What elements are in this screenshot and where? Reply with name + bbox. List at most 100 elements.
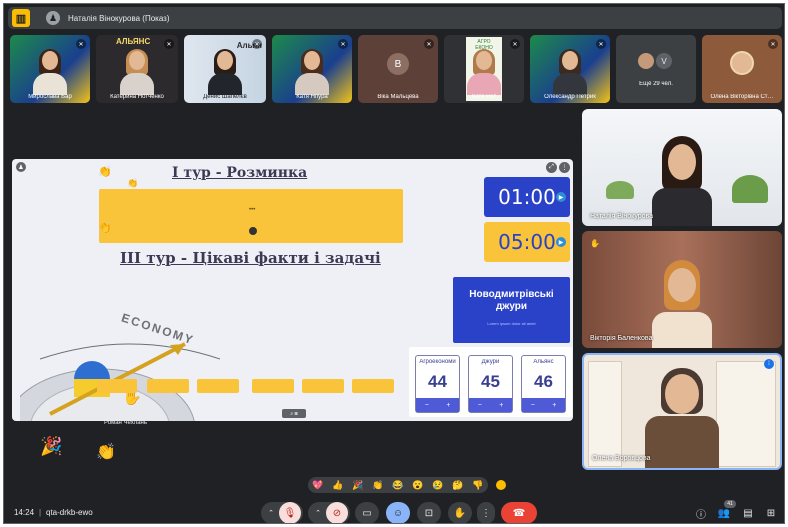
participant-name: Катерина Нотченко <box>110 94 164 100</box>
skin-tone-icon[interactable] <box>496 480 506 490</box>
present-screen-icon: ⊡ <box>424 507 434 519</box>
answer-button[interactable] <box>197 379 239 393</box>
round3-heading: ІІІ тур - Цікаві факти і задачі <box>120 249 381 267</box>
raise-hand-button[interactable]: ✋ <box>448 502 472 523</box>
question-box[interactable]: ••• <box>99 189 403 243</box>
clock: 14:24 <box>14 508 35 517</box>
team-score: 45 <box>481 372 500 391</box>
more-participants-label: Ещё 29 чел. <box>639 81 673 87</box>
reaction-heart[interactable]: 💖 <box>312 480 323 491</box>
mic-options-chevron-icon[interactable]: ⌃ <box>263 509 279 517</box>
people-icon[interactable]: 👥 <box>717 506 731 520</box>
participant-video <box>295 49 329 95</box>
activities-icon[interactable]: ⊞ <box>764 506 778 520</box>
timer-play-icon[interactable]: ▶ <box>556 192 566 202</box>
participant-strip: ✕ Мирослава Бар АЛЬЯНС ✕ Катерина Нотчен… <box>10 35 782 103</box>
mic-off-button[interactable]: 🎙 <box>279 502 301 523</box>
reaction-surprised[interactable]: 😮 <box>412 480 423 491</box>
reaction-sad[interactable]: 😢 <box>432 480 443 491</box>
more-options-icon[interactable]: ⋮ <box>559 162 570 173</box>
reaction-laugh[interactable]: 😂 <box>392 480 403 491</box>
mic-off-icon: ✕ <box>424 39 434 49</box>
presentation-title: Наталія Вінокурова (Показ) <box>68 13 170 23</box>
emoji-button[interactable]: ☺ <box>386 502 410 523</box>
participant-tile[interactable]: ✕ Катя Нпура <box>272 35 352 103</box>
answer-button[interactable] <box>147 379 189 393</box>
meet-window: ▥ ♟ Наталія Вінокурова (Показ) ✕ Миросла… <box>3 3 785 524</box>
participant-name: Денис Шапелєв <box>203 94 247 100</box>
meeting-details-icon[interactable]: ⓘ <box>694 506 708 521</box>
reactions-bar: 💖 👍 🎉 👏 😂 😮 😢 🤔 👎 <box>308 477 488 493</box>
timer-one-minute[interactable]: 01:00 ▶ <box>484 177 570 217</box>
participant-tile[interactable]: Альян ✕ Денис Шапелєв <box>184 35 266 103</box>
more-options-button[interactable]: ⋮ <box>477 502 495 523</box>
participant-name: Олена Вікторівна Ст… <box>710 94 774 100</box>
reaction-thumbs-down[interactable]: 👎 <box>472 480 483 491</box>
meeting-code: qta-drkb-ewo <box>46 508 93 517</box>
answer-button[interactable] <box>352 379 394 393</box>
mic-off-icon: ✕ <box>596 39 606 49</box>
answer-button[interactable] <box>252 379 294 393</box>
timer-play-icon[interactable]: ▶ <box>556 237 566 247</box>
participant-video-tile[interactable]: ✋ Вікторія Баленкова <box>582 231 782 348</box>
reaction-party[interactable]: 🎉 <box>352 480 363 491</box>
camera-off-button[interactable]: ⊘ <box>326 502 348 523</box>
participant-video <box>652 136 712 226</box>
participant-tile[interactable]: ✕ Мирослава Бар <box>10 35 90 103</box>
reaction-emoji: 🎉 <box>40 436 63 456</box>
team-name: Агроекономи <box>419 359 456 365</box>
participant-tile[interactable]: В ✕ Віка Мальцева <box>358 35 438 103</box>
plus-button[interactable]: + <box>552 402 556 409</box>
chat-icon[interactable]: ▤ <box>741 506 755 520</box>
participant-tile[interactable]: АГРО ЕКОНО ✕ Катя Нєт <box>444 35 524 103</box>
team-score: 46 <box>534 372 553 391</box>
slide-cursor-icon <box>249 227 257 235</box>
reaction-thinking[interactable]: 🤔 <box>452 480 463 491</box>
participant-name: Олександр Петрик <box>544 94 596 100</box>
participant-tile[interactable]: ✕ Олена Вікторівна Ст… <box>702 35 782 103</box>
mic-off-icon: ✕ <box>510 39 520 49</box>
fullscreen-icon[interactable]: ⤢ <box>546 162 557 173</box>
presenter-icon: ♟ <box>46 11 60 25</box>
team-score: 44 <box>428 372 447 391</box>
clap-icon: 👏 <box>127 178 139 188</box>
clap-reaction-icon: 👏 <box>96 444 116 461</box>
participant-tile[interactable]: ✕ Олександр Петрик <box>530 35 610 103</box>
mic-off-icon: ✕ <box>76 39 86 49</box>
reaction-thumbs-up[interactable]: 👍 <box>332 480 343 491</box>
timer-value: 05:00 <box>498 230 556 254</box>
answer-button[interactable] <box>302 379 344 393</box>
minus-button[interactable]: − <box>425 402 429 409</box>
participant-tile[interactable]: АЛЬЯНС ✕ Катерина Нотченко <box>96 35 178 103</box>
timer-value: 01:00 <box>498 185 556 209</box>
team-card: Агроекономи 44 − + <box>415 355 460 413</box>
scoreboard: Агроекономи 44 − + Джури 45 − + Альянс 46 … <box>409 347 572 417</box>
answer-button[interactable] <box>97 379 137 393</box>
minus-button[interactable]: − <box>531 402 535 409</box>
mic-group: ⌃ 🎙 <box>261 502 303 523</box>
participant-video-tile[interactable]: Наталія Вінокурова <box>582 109 782 226</box>
participant-name: Олена Воровцова <box>592 455 651 462</box>
team-card: Джури 45 − + <box>468 355 513 413</box>
participant-avatar: V <box>656 53 672 69</box>
plus-button[interactable]: + <box>499 402 503 409</box>
participant-name: Мирослава Бар <box>28 94 72 100</box>
minus-button[interactable]: − <box>478 402 482 409</box>
shared-screen: ♟ ⤢ ⋮ І тур - Розминка 👏 👏 ••• 👏 ІІІ тур… <box>12 159 573 421</box>
participant-video <box>120 49 154 95</box>
participant-name: Катя Нпура <box>296 94 328 100</box>
camera-options-chevron-icon[interactable]: ⌃ <box>310 509 326 517</box>
leave-call-button[interactable]: ☎ <box>501 502 537 523</box>
raise-hand-icon: ✋ <box>453 507 467 519</box>
zoom-controls[interactable]: ⌕ ⊞ <box>282 409 306 418</box>
plus-button[interactable]: + <box>446 402 450 409</box>
jury-title: Новодмитрівські джури <box>469 289 554 312</box>
present-button[interactable]: ⊡ <box>417 502 441 523</box>
participant-name: Наталія Вінокурова <box>590 213 654 220</box>
participant-video-tile-active[interactable]: ⁞ Олена Воровцова <box>582 353 782 470</box>
timer-five-minutes[interactable]: 05:00 ▶ <box>484 222 570 262</box>
round1-heading: І тур - Розминка <box>172 165 308 181</box>
captions-button[interactable]: ▭ <box>355 502 379 523</box>
more-participants-tile[interactable]: V Ещё 29 чел. <box>616 35 696 103</box>
reaction-clap[interactable]: 👏 <box>372 480 383 491</box>
